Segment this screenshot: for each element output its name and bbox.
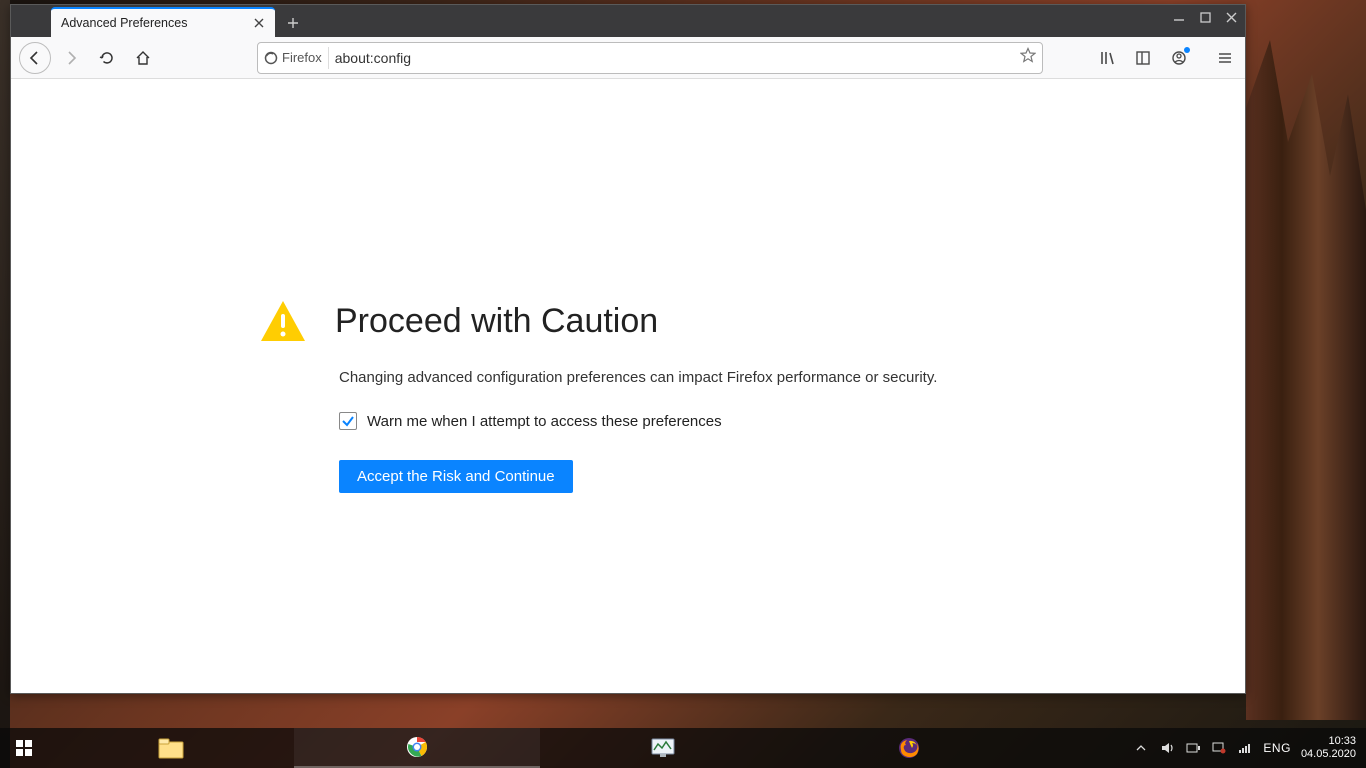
identity-label: Firefox <box>282 50 322 65</box>
tray-chevron-up-icon[interactable] <box>1133 740 1149 756</box>
reload-button[interactable] <box>91 42 123 74</box>
account-icon[interactable] <box>1167 46 1191 70</box>
taskbar-monitor[interactable] <box>540 728 786 768</box>
accept-risk-button[interactable]: Accept the Risk and Continue <box>339 460 573 493</box>
forward-button[interactable] <box>55 42 87 74</box>
tray-language[interactable]: ENG <box>1263 741 1291 755</box>
menu-icon[interactable] <box>1213 46 1237 70</box>
page-content: Proceed with Caution Changing advanced c… <box>11 79 1245 693</box>
taskbar: ENG 10:33 04.05.2020 <box>0 728 1366 768</box>
tray-battery-icon[interactable] <box>1185 740 1201 756</box>
tray-clock[interactable]: 10:33 04.05.2020 <box>1301 735 1356 761</box>
tray-time: 10:33 <box>1301 735 1356 748</box>
identity-box[interactable]: Firefox <box>264 47 329 69</box>
home-button[interactable] <box>127 42 159 74</box>
system-tray: ENG 10:33 04.05.2020 <box>1133 735 1366 761</box>
url-bar[interactable]: Firefox about:config <box>257 42 1043 74</box>
bookmark-star-icon[interactable] <box>1020 47 1036 68</box>
titlebar: Advanced Preferences <box>11 5 1245 37</box>
tray-network-icon[interactable] <box>1211 740 1227 756</box>
window-maximize-button[interactable] <box>1197 9 1213 25</box>
tray-volume-icon[interactable] <box>1159 740 1175 756</box>
toolbar-right <box>1095 46 1237 70</box>
warning-description: Changing advanced configuration preferen… <box>339 369 989 386</box>
task-items <box>48 728 1133 768</box>
back-button[interactable] <box>19 42 51 74</box>
browser-tab-active[interactable]: Advanced Preferences <box>51 7 275 37</box>
url-text: about:config <box>335 50 1014 66</box>
window-controls <box>1171 9 1239 25</box>
warning-panel: Proceed with Caution Changing advanced c… <box>259 297 989 493</box>
taskbar-file-explorer[interactable] <box>48 728 294 768</box>
browser-window: Advanced Preferences <box>10 4 1246 694</box>
tray-wifi-icon[interactable] <box>1237 740 1253 756</box>
firefox-glyph-icon <box>264 51 278 65</box>
warning-title: Proceed with Caution <box>335 302 658 341</box>
warning-triangle-icon <box>259 297 307 345</box>
window-close-button[interactable] <box>1223 9 1239 25</box>
tab-close-icon[interactable] <box>251 15 267 31</box>
window-minimize-button[interactable] <box>1171 9 1187 25</box>
library-icon[interactable] <box>1095 46 1119 70</box>
sidebar-icon[interactable] <box>1131 46 1155 70</box>
new-tab-button[interactable] <box>279 9 307 37</box>
warn-checkbox[interactable] <box>339 412 357 430</box>
tray-date: 04.05.2020 <box>1301 748 1356 761</box>
navigation-toolbar: Firefox about:config <box>11 37 1245 79</box>
tab-title: Advanced Preferences <box>61 16 187 30</box>
taskbar-firefox[interactable] <box>786 728 1032 768</box>
start-button[interactable] <box>0 728 48 768</box>
taskbar-chrome[interactable] <box>294 728 540 768</box>
warn-checkbox-label: Warn me when I attempt to access these p… <box>367 413 722 430</box>
